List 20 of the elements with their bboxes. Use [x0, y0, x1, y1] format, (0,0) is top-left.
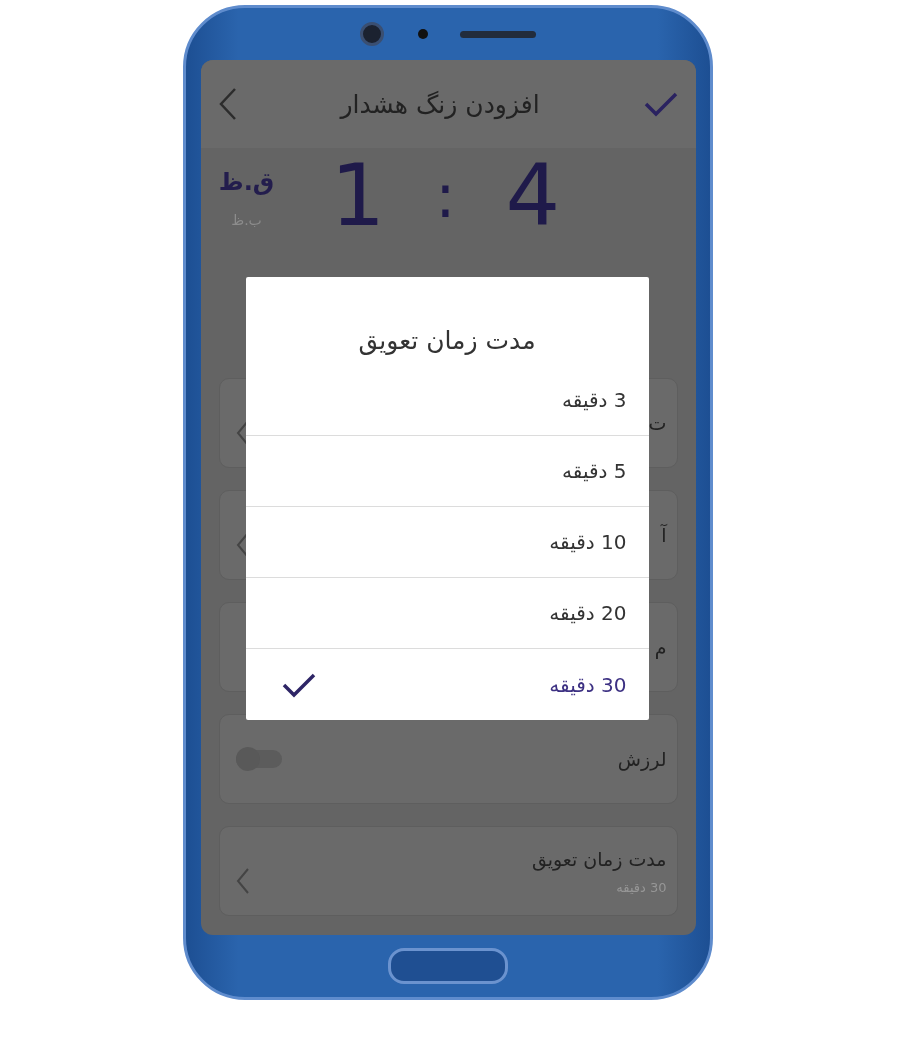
- camera-icon: [360, 22, 384, 46]
- setting-title: آ: [661, 524, 667, 546]
- setting-title: لرزش: [617, 748, 667, 770]
- snooze-option[interactable]: 10 دقیقه: [245, 507, 649, 578]
- snooze-option[interactable]: 5 دقیقه: [245, 436, 649, 507]
- setting-title: مدت زمان تعویق: [531, 847, 667, 870]
- checkmark-icon: [281, 671, 316, 698]
- sensor-icon: [418, 29, 428, 39]
- dialog-title: مدت زمان تعویق: [357, 325, 537, 357]
- am-pm-label[interactable]: ق.ظ: [218, 168, 275, 196]
- snooze-option[interactable]: 3 دقیقه: [245, 365, 649, 436]
- chevron-left-icon: [235, 867, 250, 895]
- home-button[interactable]: [388, 948, 508, 984]
- snooze-option[interactable]: 20 دقیقه: [245, 578, 649, 649]
- settings-card[interactable]: لرزش: [218, 714, 678, 804]
- checkmark-icon: [643, 91, 678, 117]
- setting-title: م: [654, 636, 667, 658]
- screen-title: افزودن زنگ هشدار: [340, 89, 540, 119]
- setting-title: ت: [648, 412, 667, 434]
- chevron-left-icon: [218, 87, 237, 121]
